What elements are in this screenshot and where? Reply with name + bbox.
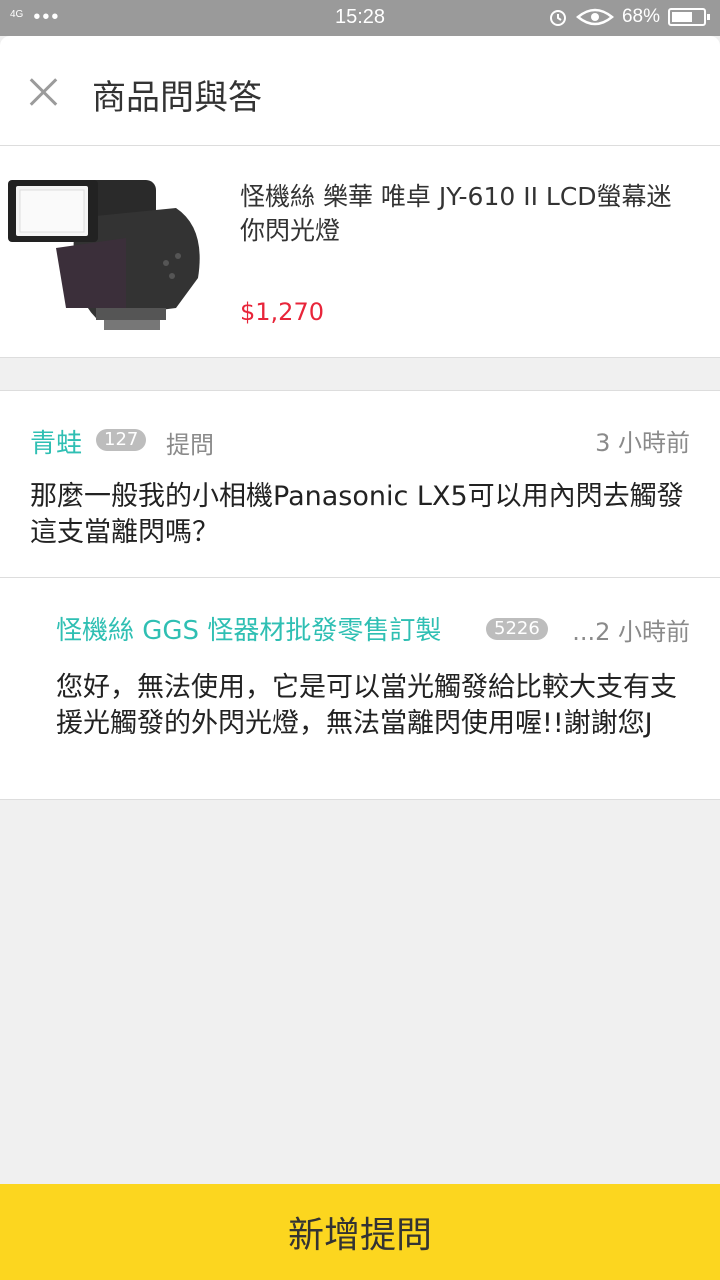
question-username[interactable]: 青蛙 — [30, 423, 82, 460]
question-text: 那麼一般我的小相機Panasonic LX5可以用內閃去觸發這支當離閃嗎？ — [30, 481, 684, 548]
product-image — [8, 180, 200, 330]
answer-user-badge: 5226 — [486, 618, 548, 640]
answer-text: 您好，無法使用，它是可以當光觸發給比較大支有支援光觸發的外閃光燈，無法當離閃使用… — [56, 672, 677, 739]
eye-icon — [576, 8, 614, 26]
add-question-button[interactable]: 新增提問 — [0, 1184, 720, 1280]
page-title: 商品問與答 — [92, 78, 262, 118]
qa-sheet: 商品問與答 怪機絲 樂華 唯卓 JY-610 II LCD螢幕迷你閃光燈 $1,… — [0, 36, 720, 1280]
product-name: 怪機絲 樂華 唯卓 JY-610 II LCD螢幕迷你閃光燈 — [240, 182, 672, 245]
question-time: 3 小時前 — [595, 429, 690, 457]
status-right: 68% — [548, 6, 710, 28]
battery-percent: 68% — [621, 6, 660, 27]
close-icon[interactable] — [26, 74, 62, 110]
question-item: 青蛙 127 提問 3 小時前 那麼一般我的小相機Panasonic LX5可以… — [0, 390, 720, 578]
answer-time: ...2 小時前 — [572, 618, 690, 646]
header: 商品問與答 — [0, 36, 720, 146]
product-price: $1,270 — [240, 298, 324, 326]
product-card[interactable]: 怪機絲 樂華 唯卓 JY-610 II LCD螢幕迷你閃光燈 $1,270 — [0, 146, 720, 358]
question-user-badge: 127 — [96, 429, 147, 451]
question-tag: 提問 — [166, 431, 214, 459]
battery-icon — [668, 8, 710, 26]
battery-fill — [672, 12, 693, 22]
answer-username[interactable]: 怪機絲 GGS 怪器材批發零售訂製 — [56, 610, 441, 647]
status-bar: 4G ••• 15:28 68% — [0, 0, 720, 36]
alarm-icon — [549, 10, 566, 26]
answer-item: 怪機絲 GGS 怪器材批發零售訂製 5226 ...2 小時前 您好，無法使用，… — [0, 578, 720, 800]
